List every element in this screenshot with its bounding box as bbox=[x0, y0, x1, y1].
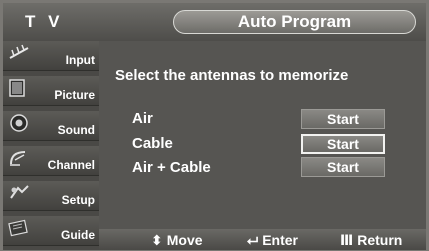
option-label-cable: Cable bbox=[132, 135, 173, 152]
hint-bar: ⬍ Move ⮠ Enter Ⅲ Return bbox=[99, 229, 426, 250]
air-start-button[interactable]: Start bbox=[301, 109, 385, 129]
return-icon: Ⅲ bbox=[340, 232, 354, 248]
osd-screen: T V Auto Program Input Picture Sound Cha… bbox=[3, 3, 426, 250]
satellite-dish-icon bbox=[10, 151, 26, 166]
tv-frame: T V Auto Program Input Picture Sound Cha… bbox=[0, 0, 429, 251]
sidebar-item-label: Setup bbox=[61, 193, 95, 207]
air-cable-start-button[interactable]: Start bbox=[301, 157, 385, 177]
option-label-air-cable: Air + Cable bbox=[132, 159, 211, 176]
sidebar-item-label: Channel bbox=[47, 158, 95, 172]
sidebar-item-sound[interactable]: Sound bbox=[3, 111, 99, 141]
sidebar-item-label: Picture bbox=[54, 88, 95, 102]
sidebar-item-guide[interactable]: Guide bbox=[3, 216, 99, 246]
picture-icon bbox=[9, 79, 25, 97]
sidebar: Input Picture Sound Channel Setup Guide bbox=[3, 41, 99, 250]
move-hint: ⬍ Move bbox=[151, 232, 203, 249]
enter-hint: ⮠ Enter bbox=[247, 232, 298, 249]
option-label-air: Air bbox=[132, 110, 153, 127]
sidebar-item-channel[interactable]: Channel bbox=[3, 146, 99, 176]
sidebar-item-label: Sound bbox=[57, 123, 95, 137]
sidebar-item-label: Guide bbox=[60, 228, 95, 242]
cable-start-button[interactable]: Start bbox=[301, 134, 385, 154]
sidebar-item-setup[interactable]: Setup bbox=[3, 181, 99, 211]
return-hint-label: Return bbox=[357, 232, 403, 248]
enter-hint-label: Enter bbox=[262, 232, 298, 248]
speaker-icon bbox=[10, 114, 28, 132]
return-hint: Ⅲ Return bbox=[340, 232, 402, 249]
sidebar-item-label: Input bbox=[65, 53, 95, 67]
setup-icon bbox=[10, 185, 29, 199]
antenna-icon bbox=[9, 44, 29, 59]
menu-title: Auto Program bbox=[173, 10, 416, 34]
up-down-arrow-icon: ⬍ bbox=[151, 232, 163, 248]
tv-mode-label: T V bbox=[25, 12, 64, 31]
guide-icon bbox=[8, 219, 28, 237]
sidebar-item-picture[interactable]: Picture bbox=[3, 76, 99, 106]
header-bar: T V Auto Program bbox=[3, 3, 426, 41]
enter-icon: ⮠ bbox=[247, 232, 259, 248]
auto-program-panel: Select the antennas to memorize Air Star… bbox=[99, 41, 426, 229]
sidebar-item-input[interactable]: Input bbox=[3, 41, 99, 71]
move-hint-label: Move bbox=[166, 232, 203, 248]
instruction-text: Select the antennas to memorize bbox=[115, 67, 349, 84]
